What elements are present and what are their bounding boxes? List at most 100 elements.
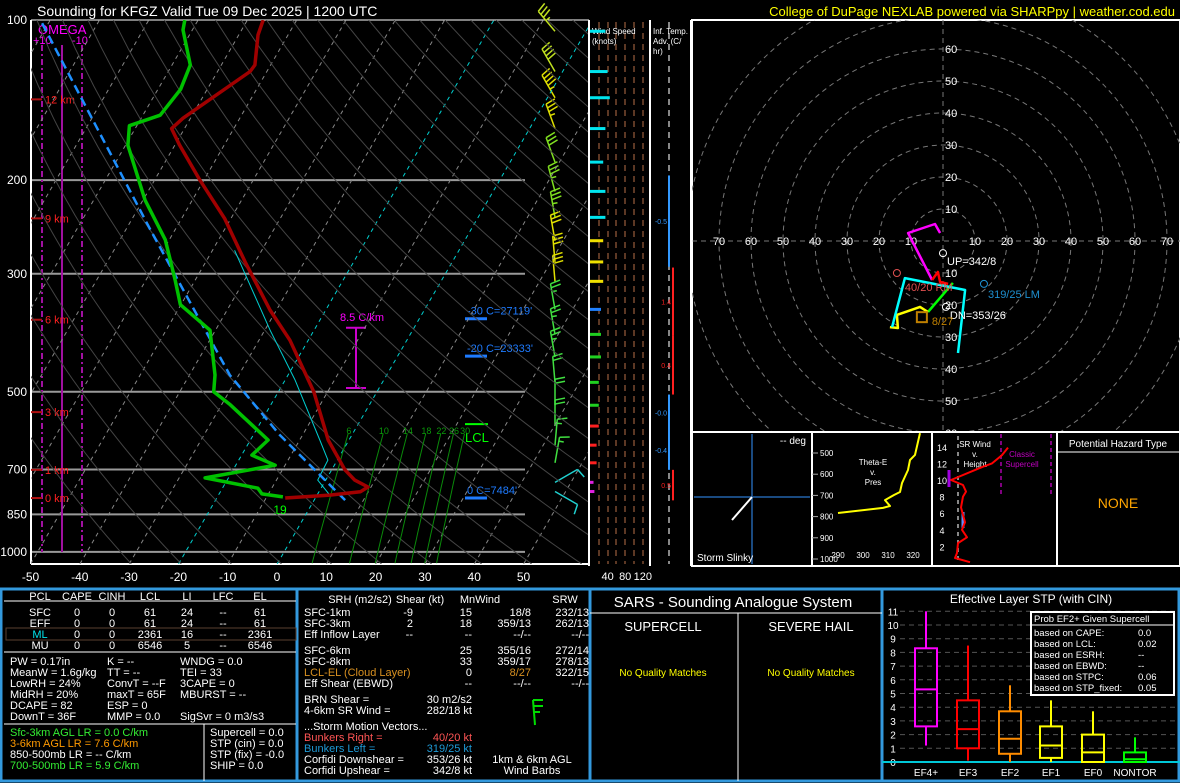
pressure-tick-label: 200 (7, 173, 27, 187)
stp-y-label: 5 (890, 690, 896, 701)
prob-ef2-value: -- (1138, 661, 1144, 672)
left-mover-marker (979, 279, 988, 288)
ring-label: 20 (873, 236, 885, 248)
dry-adiabat (393, 20, 588, 211)
stp-y-label: 11 (888, 607, 899, 618)
dry-adiabat (164, 20, 588, 471)
sounding-display: Sounding for KFGZ Valid Tue 09 Dec 2025 … (0, 2, 1180, 783)
temperature-tick-label: 50 (517, 570, 531, 584)
sars-hail-result: No Quality Matches (767, 668, 854, 679)
wind-speed-bar (590, 279, 604, 283)
barb-feather (550, 214, 561, 220)
stp-box-ef3 (956, 645, 980, 761)
srh-value: -- (406, 629, 414, 641)
bottom-panels: PCL CAPE CINH LCL LI LFC ELSFC 0 0 61 24 -- 61EFF 0 0 6… (0, 587, 1180, 783)
ring-label: 60 (945, 428, 957, 440)
prob-ef2-label: based on EBWD: (1034, 661, 1107, 672)
height-label: 9 km (45, 213, 69, 225)
pressure-tick-label: 300 (7, 267, 27, 281)
wind-barb (537, 2, 556, 32)
stp-box-ef0 (1081, 711, 1105, 763)
stp-title: Effective Layer STP (with CIN) (950, 592, 1112, 606)
ring-label: 60 (1129, 236, 1141, 248)
barb-feather (551, 218, 562, 224)
barb-feather (547, 135, 557, 143)
stp-y-label: 1 (890, 744, 896, 755)
dry-adiabat (31, 314, 232, 564)
pressure-tick-label: 100 (7, 13, 27, 27)
credit-link[interactable]: College of DuPage NEXLAB powered via SHA… (769, 4, 1175, 19)
stp-box-ef1 (1039, 700, 1063, 762)
height-label: 1 km (45, 465, 69, 477)
wind-speed-bar (590, 189, 606, 193)
ring-label: 20 (945, 172, 957, 184)
temperature-tick-label: -30 (120, 570, 138, 584)
adv-column-title: Inf. Temp. (653, 27, 688, 36)
stp-category-label: EF1 (1042, 768, 1061, 779)
thermo-cell: 5 (184, 640, 190, 652)
slinky-title: Storm Slinky (697, 553, 753, 564)
thermo-cell: 0 (74, 640, 80, 652)
wind-speed-bar (590, 403, 599, 407)
mixing-ratio-label: 22 (436, 426, 446, 436)
wind-speed-bar (590, 424, 599, 428)
index-value: MMP = 0.0 (107, 711, 160, 723)
barb-feather (547, 161, 558, 167)
adv-value: -0.0 (655, 410, 667, 417)
isotherm-line (31, 20, 248, 395)
stp-y-label: 8 (890, 648, 896, 659)
sr-title: v. (972, 450, 978, 459)
page-title: Sounding for KFGZ Valid Tue 09 Dec 2025 … (37, 3, 377, 19)
stp-box (914, 647, 938, 728)
thermo-cell: -- (219, 640, 227, 652)
temperature-trace (169, 20, 370, 500)
wind-speed-bar (590, 29, 606, 33)
theta-x-label: 300 (856, 551, 870, 560)
barb-feather (554, 401, 566, 405)
stp-y-label: 0 (890, 758, 896, 769)
hodograph-traces: 10 10101020 20202030 30303040 40404050 505050… (692, 20, 1180, 440)
stp-y-label: 7 (890, 662, 896, 673)
barb-feather (573, 504, 579, 515)
wind-speed-bar (590, 461, 597, 465)
ring-label: 10 (969, 236, 981, 248)
wind-speed-bar (590, 355, 601, 359)
stp-category-label: NONTOR (1113, 768, 1156, 779)
theta-p-label: 500 (820, 449, 834, 458)
prob-ef2-title: Prob EF2+ Given Supercell (1034, 614, 1149, 625)
left-mover-label: 319/25 LM (988, 289, 1040, 301)
mixing-ratio-label: 10 (379, 426, 389, 436)
ring-label: 30 (841, 236, 853, 248)
adv-value: -0.4 (655, 448, 667, 455)
wind-barb (545, 131, 558, 163)
slinky-deg-label: -- deg (780, 436, 806, 447)
theta-x-label: 310 (881, 551, 895, 560)
theta-title: Theta-E (859, 458, 887, 467)
srw-value: --/-- (571, 629, 589, 641)
barb-half-feather (551, 315, 557, 318)
sr-height-label: 12 (937, 459, 947, 469)
wind-speed-bar (590, 96, 610, 100)
supercell-label: Classic (1009, 450, 1035, 459)
theta-x-label: 290 (831, 551, 845, 560)
stp-box-ef4+ (914, 611, 938, 746)
stp-category-label: EF2 (1001, 768, 1020, 779)
barb-half-feather (549, 113, 556, 117)
ring-label: 20 (1001, 236, 1013, 248)
ring-label: 40 (945, 108, 957, 120)
ring-label: 40 (809, 236, 821, 248)
wind-speed-bar (590, 160, 604, 164)
isotherm-line (31, 20, 199, 310)
temperature-tick-label: 40 (468, 570, 482, 584)
theta-p-label: 600 (820, 470, 834, 479)
mean-wind-label: 8/27 (932, 316, 953, 328)
kinematic-header: Shear (kt) (396, 594, 444, 606)
wind-speed-bar (590, 380, 599, 384)
sr-title: SR Wind (959, 440, 991, 449)
lapse-rate-label: 8.5 C/km (340, 312, 384, 324)
theta-title: v. (870, 468, 876, 477)
height-label: 6 km (45, 315, 69, 327)
shear-value: -- (465, 629, 473, 641)
adv-value: 1.4 (661, 300, 671, 307)
sr46-value: 282/18 kt (427, 705, 472, 717)
